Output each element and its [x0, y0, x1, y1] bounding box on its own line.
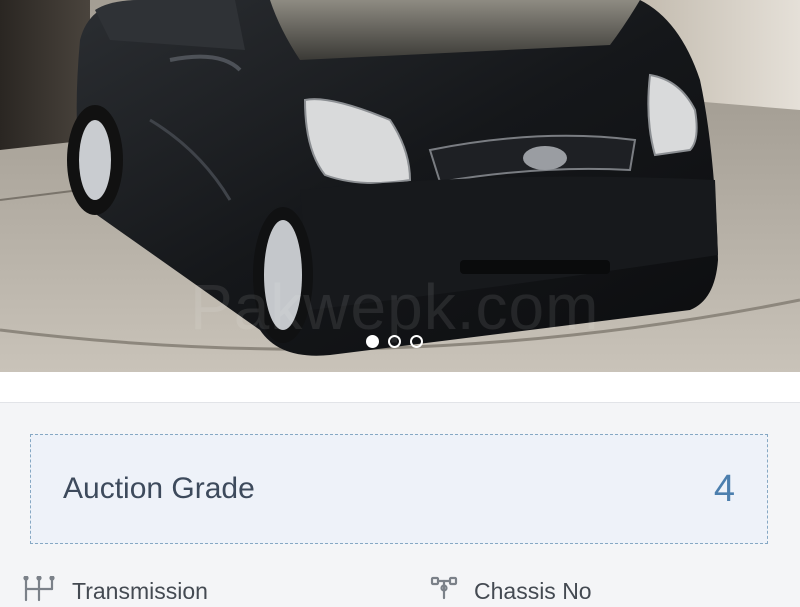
gallery-card-footer: [0, 372, 800, 403]
carousel-dot-3[interactable]: [410, 335, 423, 348]
auction-grade-value: 4: [713, 467, 735, 510]
spec-chassis-label: Chassis No: [474, 578, 592, 604]
auction-grade-box: Auction Grade 4: [30, 434, 768, 544]
carousel-dot-1[interactable]: [366, 335, 379, 348]
auction-grade-label: Auction Grade: [63, 472, 255, 505]
chassis-icon: [430, 576, 458, 607]
car-photo-carousel[interactable]: Pakwepk.com: [0, 0, 800, 372]
watermark: Pakwepk.com: [190, 271, 600, 343]
spec-transmission-label: Transmission: [72, 578, 208, 604]
carousel-dot-2[interactable]: [388, 335, 401, 348]
carousel-pagination: [366, 335, 423, 348]
spec-transmission: Transmission: [22, 575, 208, 607]
spec-chassis: Chassis No: [430, 576, 592, 607]
gearshift-icon: [22, 575, 56, 607]
